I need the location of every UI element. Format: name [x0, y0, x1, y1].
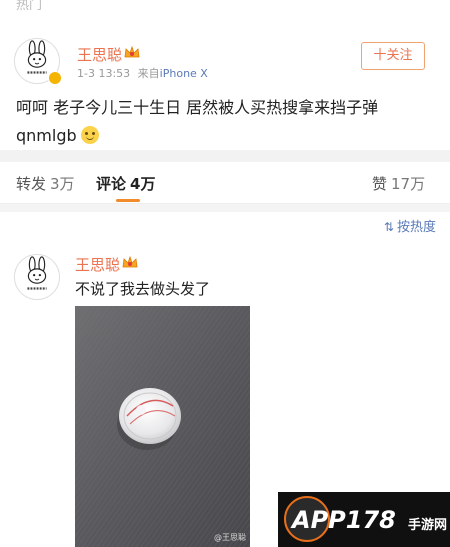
divider	[0, 150, 450, 162]
tab-likes-count: 17万	[391, 175, 426, 193]
watermark-main-text: APP178	[292, 506, 396, 534]
post-text: 呵呵 老子今儿三十生日 居然被人买热搜拿来挡子弹 qnmlgb	[16, 94, 436, 150]
smile-emoji-icon	[80, 126, 99, 144]
tab-comments-count: 4万	[130, 175, 156, 193]
post-meta: 1-3 13:53 来自iPhone X	[77, 65, 208, 81]
post-time: 1-3 13:53	[77, 67, 131, 80]
active-tab-indicator	[116, 199, 140, 202]
verified-badge-icon	[48, 71, 62, 85]
post-text-content: 呵呵 老子今儿三十生日 居然被人买热搜拿来挡子弹 qnmlgb	[16, 98, 379, 145]
app178-watermark-logo: APP178 手游网	[278, 492, 450, 547]
tab-reposts-label: 转发	[16, 175, 47, 193]
follow-button[interactable]: 十关注	[361, 42, 425, 70]
post-author-name[interactable]: 王思聪	[77, 44, 122, 65]
tab-likes-label: 赞	[372, 175, 388, 193]
post-source-prefix: 来自	[137, 67, 160, 80]
comment-avatar[interactable]	[14, 254, 60, 300]
watermark-sub-text: 手游网	[408, 518, 448, 533]
sort-icon: ⇅	[383, 220, 394, 234]
post-source[interactable]: iPhone X	[160, 67, 208, 80]
sort-by-hot-button[interactable]: ⇅ 按热度	[384, 216, 436, 235]
tab-bar: 转发 3万 评论 4万 赞 17万	[0, 162, 450, 204]
divider	[0, 204, 450, 212]
photo-watermark: @王思聪	[214, 533, 246, 542]
crown-icon	[124, 46, 140, 58]
sort-bar: ⇅ 按热度	[0, 212, 450, 238]
tab-reposts-count: 3万	[50, 175, 75, 193]
hot-label: 热门	[16, 0, 43, 13]
fabric-photo-image	[75, 306, 250, 547]
crown-icon	[122, 256, 138, 268]
comment-author-name[interactable]: 王思聪	[75, 254, 120, 275]
weibo-post: 王思聪 1-3 13:53 来自iPhone X 十关注 呵呵 老子今儿三十生日…	[0, 16, 450, 150]
tab-comments-label: 评论	[96, 175, 127, 193]
tab-likes[interactable]: 赞 17万	[372, 173, 425, 194]
sort-label: 按热度	[396, 220, 436, 235]
tab-comments[interactable]: 评论 4万	[96, 173, 155, 194]
tab-reposts[interactable]: 转发 3万	[16, 173, 75, 194]
comment-photo[interactable]: @王思聪	[75, 306, 250, 547]
rabbit-avatar-icon	[15, 255, 59, 299]
top-strip: 热门	[0, 0, 450, 16]
comment-text: 不说了我去做头发了	[75, 280, 211, 298]
